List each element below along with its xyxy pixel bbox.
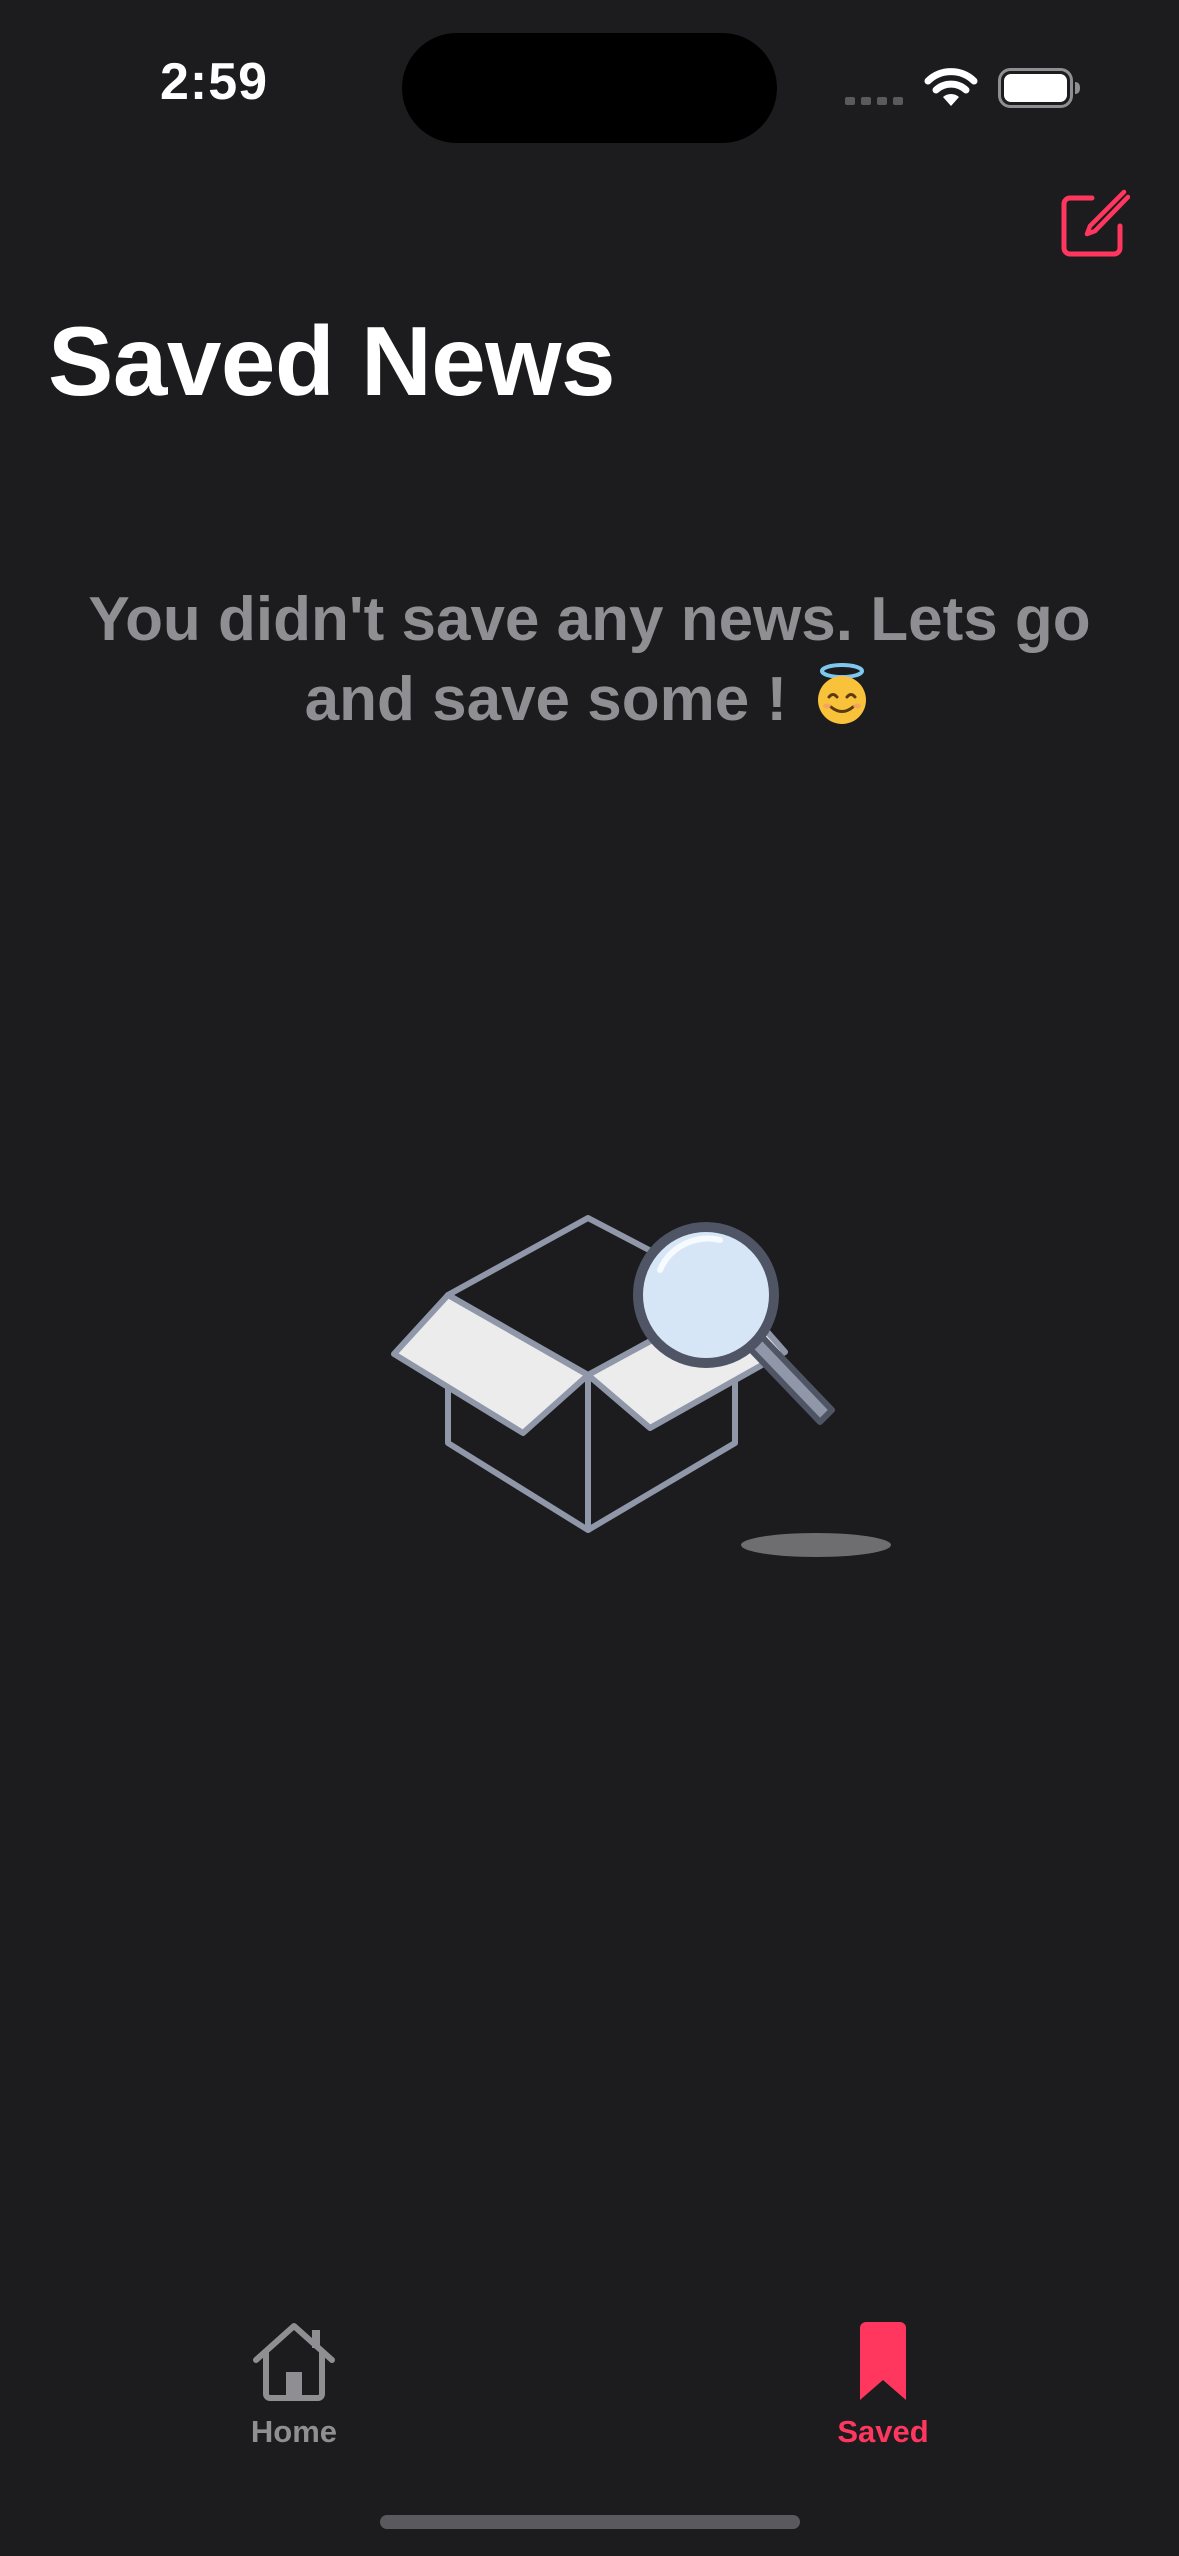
wifi-icon bbox=[924, 68, 978, 106]
empty-state-text: You didn't save any news. Lets go and sa… bbox=[88, 585, 1091, 734]
status-bar: 2:59 bbox=[0, 0, 1179, 170]
tab-home-label: Home bbox=[250, 2414, 338, 2449]
bookmark-icon bbox=[860, 2322, 906, 2400]
home-indicator bbox=[380, 2515, 800, 2529]
status-time: 2:59 bbox=[160, 53, 269, 111]
battery-icon bbox=[998, 68, 1080, 108]
tab-saved[interactable]: Saved bbox=[773, 2320, 993, 2480]
page-title: Saved News bbox=[48, 306, 615, 416]
smiling-face-with-halo-icon bbox=[818, 663, 867, 724]
tab-home[interactable]: Home bbox=[184, 2320, 404, 2480]
dynamic-island bbox=[402, 33, 777, 143]
empty-state-message: You didn't save any news. Lets go and sa… bbox=[80, 580, 1099, 740]
empty-box-magnifier-illustration bbox=[391, 1215, 891, 1557]
compose-icon bbox=[1061, 189, 1131, 257]
compose-button[interactable] bbox=[1058, 188, 1131, 260]
house-icon bbox=[253, 2323, 335, 2401]
tab-saved-label: Saved bbox=[837, 2414, 929, 2449]
cellular-signal-icon bbox=[845, 97, 903, 105]
